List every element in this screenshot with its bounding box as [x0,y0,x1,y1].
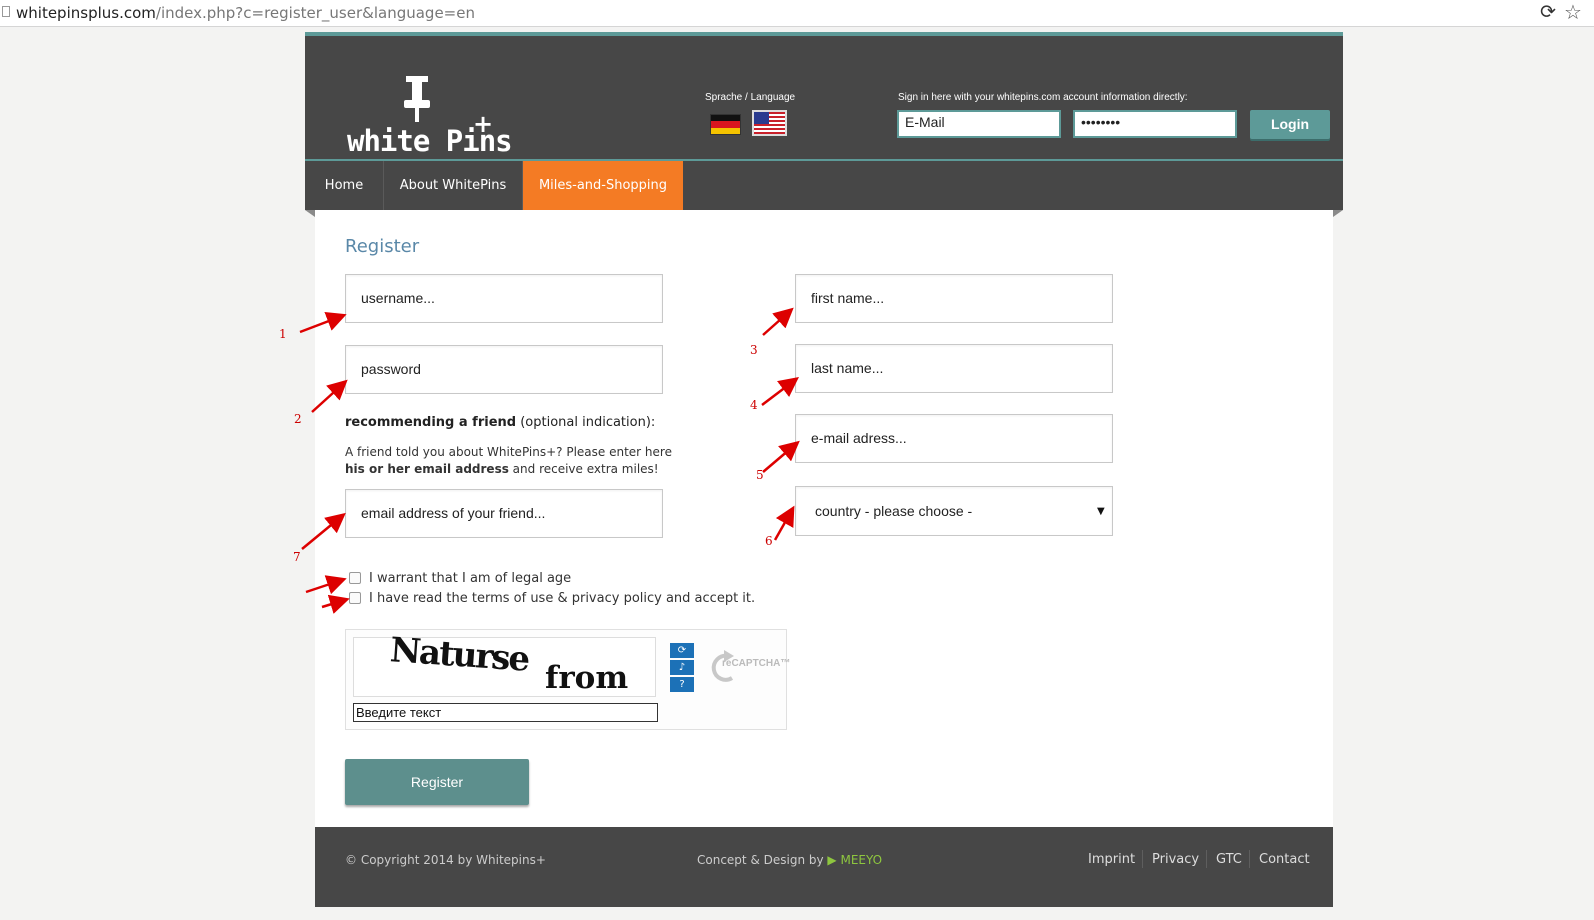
password-input[interactable]: password [345,345,663,394]
pushpin-icon [404,76,430,122]
friend-email-input[interactable]: email address of your friend... [345,489,663,538]
captcha-word: from [545,660,629,696]
footer-link-imprint[interactable]: Imprint [1088,852,1135,867]
whitepins-logo[interactable]: white Pins + [327,56,513,158]
annotation-number: 6 [765,534,773,548]
footer-link-gtc[interactable]: GTC [1216,852,1242,867]
copyright-text: © Copyright 2014 by Whitepins+ [345,853,546,867]
logo-plus: + [473,110,494,138]
url-host: whitepinsplus.com [16,4,156,22]
page-title: Register [345,236,420,257]
email-input[interactable]: e-mail adress... [795,414,1113,463]
login-email-input[interactable]: E-Mail [897,110,1061,138]
last-name-input[interactable]: last name... [795,344,1113,393]
terms-label: I have read the terms of use & privacy p… [369,591,756,606]
recommend-heading: recommending a friend (optional indicati… [345,415,656,430]
captcha-help-icon[interactable]: ? [670,677,694,692]
recaptcha-brand: reCAPTCHA™ [722,658,791,669]
footer-link-contact[interactable]: Contact [1259,852,1310,867]
main-nav: Home About WhitePins Miles-and-Shopping [305,161,1343,210]
ribbon-corner-right [1333,210,1343,217]
meeyo-arrow-icon: ▶ [827,853,837,867]
bookmark-star-icon[interactable]: ☆ [1564,1,1582,23]
annotation-number: 7 [293,550,301,564]
meeyo-link[interactable]: MEEYO [840,853,882,867]
page-icon [2,6,10,17]
language-label: Sprache / Language [705,92,796,103]
annotation-number: 2 [294,412,302,426]
nav-item-about[interactable]: About WhitePins [384,161,523,210]
country-select[interactable]: country - please choose - [795,486,1113,536]
ribbon-corner-left [305,210,315,217]
signin-label: Sign in here with your whitepins.com acc… [898,92,1188,103]
captcha-audio-icon[interactable]: ♪ [670,660,694,675]
legal-age-label: I warrant that I am of legal age [369,571,572,586]
captcha-refresh-icon[interactable]: ⟳ [670,643,694,658]
url-text[interactable]: whitepinsplus.com/index.php?c=register_u… [16,4,475,22]
username-input[interactable]: username... [345,274,663,323]
german-flag-icon[interactable] [710,114,741,135]
site-header: white Pins + Sprache / Language Sign in … [305,32,1343,161]
footer-divider [1206,850,1207,868]
login-button[interactable]: Login [1250,110,1330,139]
concept-credit: Concept & Design by ▶ MEEYO [697,853,883,867]
login-password-input[interactable]: •••••••• [1073,110,1237,138]
reload-icon[interactable]: ⟳ [1540,2,1556,22]
url-path: /index.php?c=register_user&language=en [155,4,475,22]
footer-divider [1142,850,1143,868]
annotation-number: 1 [279,327,287,341]
recommend-description-2: his or her email address and receive ext… [345,462,659,476]
dropdown-arrow-icon[interactable]: ▼ [1097,506,1105,517]
captcha-input[interactable]: Введите текст [353,703,658,722]
legal-age-checkbox[interactable] [349,572,361,584]
recommend-description: A friend told you about WhitePins+? Plea… [345,445,672,459]
footer-divider [1249,850,1250,868]
us-flag-icon[interactable] [752,110,787,136]
nav-item-miles-and-shopping[interactable]: Miles-and-Shopping [523,161,683,210]
terms-checkbox[interactable] [349,592,361,604]
footer-link-privacy[interactable]: Privacy [1152,852,1199,867]
first-name-input[interactable]: first name... [795,274,1113,323]
site-footer [315,827,1333,907]
annotation-number: 3 [750,343,758,357]
annotation-number: 5 [756,468,764,482]
register-button[interactable]: Register [345,759,529,805]
nav-item-home[interactable]: Home [305,161,384,210]
annotation-number: 4 [750,398,758,412]
